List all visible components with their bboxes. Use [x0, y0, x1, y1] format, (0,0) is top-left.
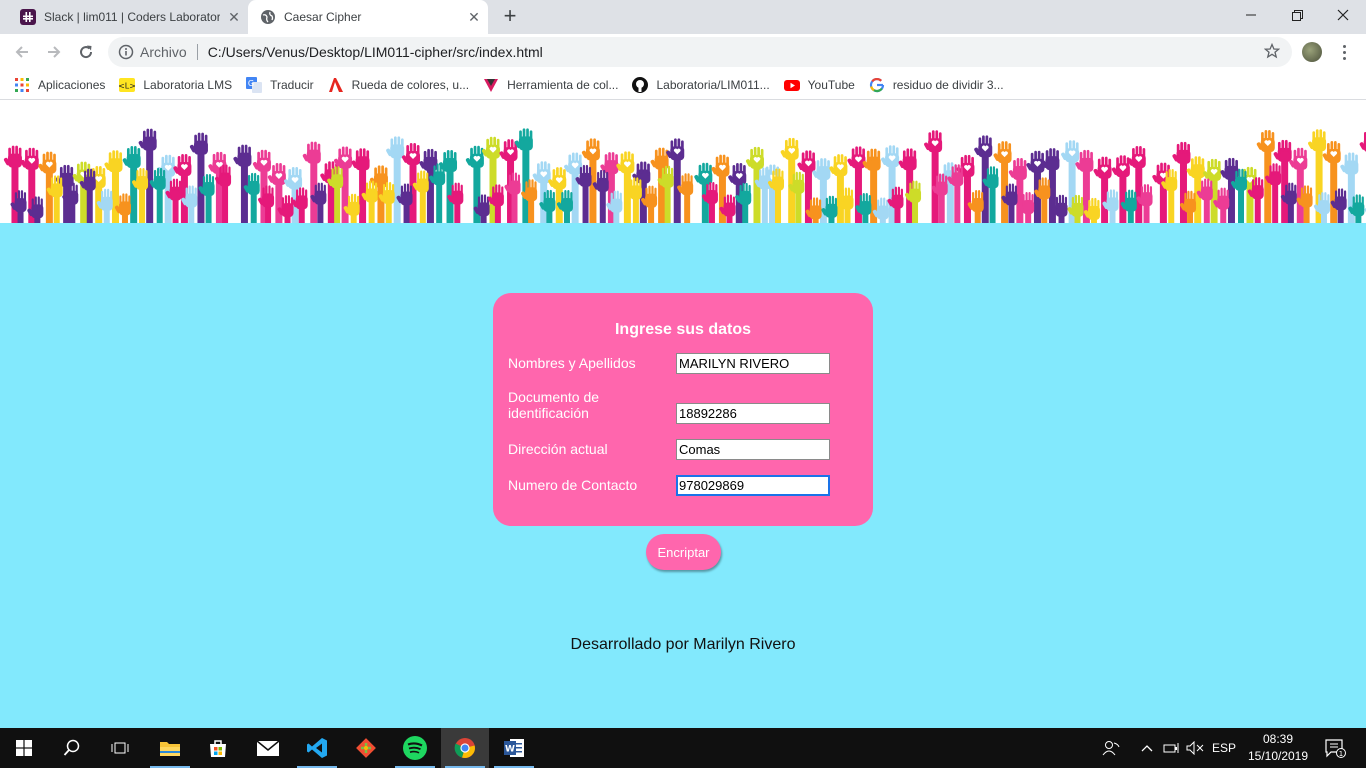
adobe-icon	[328, 77, 344, 93]
address-bar[interactable]: Archivo C:/Users/Venus/Desktop/LIM011-ci…	[108, 37, 1292, 67]
spotify-icon[interactable]	[391, 728, 439, 768]
google-icon	[869, 77, 885, 93]
tab-title: Caesar Cipher	[284, 10, 362, 24]
slack-icon	[20, 9, 36, 25]
windows-start-icon[interactable]	[0, 728, 48, 768]
bookmark-label: residuo de dividir 3...	[892, 77, 1004, 92]
protocol-label: Archivo	[140, 44, 187, 60]
tab-title: Slack | lim011 | Coders Laboratoria	[44, 10, 220, 24]
file-explorer-icon[interactable]	[146, 728, 194, 768]
tab-caesar-cipher[interactable]: Caesar Cipher ✕	[248, 0, 488, 34]
forward-arrow-icon	[48, 46, 61, 58]
mail-icon[interactable]	[244, 728, 292, 768]
hand-shape	[258, 185, 275, 223]
svg-text:<L>: <L>	[119, 81, 135, 90]
profile-avatar[interactable]	[1302, 42, 1322, 62]
volume-muted-icon[interactable]	[1184, 728, 1206, 768]
developer-credit: Desarrollado por Marilyn Rivero	[570, 636, 796, 653]
windows-taskbar: W ESP 08:39 15/10/2019 1	[0, 728, 1366, 768]
git-icon[interactable]	[342, 728, 390, 768]
bookmark-label: Laboratoria/LIM011...	[656, 77, 770, 92]
bookmark-aplicaciones[interactable]: Aplicaciones	[14, 77, 105, 93]
notification-count: 1	[1339, 750, 1343, 758]
hands-banner-image	[0, 101, 1366, 223]
clock-date: 15/10/2019	[1247, 749, 1309, 763]
documento-input[interactable]	[676, 403, 830, 424]
label-documento: Documento de identificación	[508, 389, 600, 421]
color-tool-icon	[483, 77, 499, 93]
reload-icon	[80, 45, 93, 59]
data-form-card: Ingrese sus datos Nombres y Apellidos Do…	[493, 293, 873, 526]
people-icon[interactable]	[1098, 728, 1124, 768]
form-title: Ingrese sus datos	[614, 321, 752, 338]
power-icon[interactable]	[1160, 728, 1184, 768]
forward-button[interactable]	[42, 40, 66, 64]
restore-button[interactable]	[1274, 0, 1320, 30]
clock-time: 08:39	[1262, 732, 1294, 746]
youtube-icon	[783, 77, 800, 93]
word-icon[interactable]: W	[490, 728, 538, 768]
bookmark-herramienta[interactable]: Herramienta de col...	[483, 77, 618, 93]
language-indicator[interactable]: ESP	[1208, 728, 1240, 768]
chrome-menu-button[interactable]	[1336, 41, 1352, 63]
bookmark-label: Rueda de colores, u...	[351, 77, 470, 92]
bookmark-label: Laboratoria LMS	[143, 77, 233, 92]
close-tab-icon[interactable]: ✕	[220, 9, 248, 26]
search-icon[interactable]	[48, 728, 96, 768]
bookmark-youtube[interactable]: YouTube	[783, 77, 855, 93]
system-clock[interactable]: 08:39 15/10/2019	[1246, 731, 1310, 765]
direccion-input[interactable]	[676, 439, 830, 460]
page-viewport: Ingrese sus datos Nombres y Apellidos Do…	[0, 101, 1366, 728]
bookmark-traducir[interactable]: G Traducir	[246, 76, 314, 93]
label-direccion: Dirección actual	[508, 441, 608, 457]
bookmark-label: Traducir	[270, 77, 314, 92]
close-tab-icon[interactable]: ✕	[460, 9, 488, 26]
nombres-input[interactable]	[676, 353, 830, 374]
apps-grid-icon	[14, 77, 30, 93]
label-nombres: Nombres y Apellidos	[508, 355, 636, 371]
bookmark-label: YouTube	[807, 77, 855, 92]
new-tab-button[interactable]: +	[498, 4, 522, 28]
address-divider	[196, 44, 198, 60]
info-icon[interactable]	[118, 44, 134, 60]
bookmark-residuo[interactable]: residuo de dividir 3...	[869, 77, 1004, 93]
hand-shape	[504, 172, 521, 223]
google-translate-icon: G	[246, 76, 263, 93]
contacto-input[interactable]	[676, 475, 830, 496]
minimize-button[interactable]	[1228, 0, 1274, 30]
label-contacto: Numero de Contacto	[508, 477, 638, 493]
svg-text:W: W	[505, 745, 515, 755]
notification-center-icon[interactable]: 1	[1318, 728, 1352, 768]
bookmarks-bar: Aplicaciones <L> Laboratoria LMS G Tradu…	[0, 70, 1366, 100]
bookmark-laboratoria-lms[interactable]: <L> Laboratoria LMS	[119, 77, 232, 93]
store-icon[interactable]	[194, 728, 242, 768]
url-text[interactable]: C:/Users/Venus/Desktop/LIM011-cipher/src…	[208, 44, 543, 60]
vscode-icon[interactable]	[293, 728, 341, 768]
tab-slack[interactable]: Slack | lim011 | Coders Laboratoria ✕	[8, 0, 248, 34]
svg-text:G: G	[248, 79, 254, 88]
back-arrow-icon	[15, 46, 28, 58]
globe-icon	[260, 9, 276, 25]
back-button[interactable]	[10, 40, 34, 64]
laboratoria-icon: <L>	[119, 77, 136, 93]
bookmark-label: Aplicaciones	[38, 77, 106, 92]
bookmark-label: Herramienta de col...	[507, 77, 619, 92]
github-icon	[632, 76, 649, 93]
chevron-up-icon[interactable]	[1136, 728, 1158, 768]
bookmark-rueda-colores[interactable]: Rueda de colores, u...	[328, 77, 469, 93]
close-window-button[interactable]	[1320, 0, 1366, 30]
reload-button[interactable]	[74, 40, 98, 64]
chrome-icon[interactable]	[441, 728, 489, 768]
bookmark-laboratoria-github[interactable]: Laboratoria/LIM011...	[632, 76, 770, 93]
task-view-icon[interactable]	[96, 728, 144, 768]
tab-strip: Slack | lim011 | Coders Laboratoria ✕ Ca…	[0, 0, 1366, 34]
encrypt-button[interactable]: Encriptar	[646, 534, 721, 570]
bookmark-star-icon[interactable]	[1263, 42, 1281, 62]
browser-toolbar: Archivo C:/Users/Venus/Desktop/LIM011-ci…	[0, 34, 1366, 70]
